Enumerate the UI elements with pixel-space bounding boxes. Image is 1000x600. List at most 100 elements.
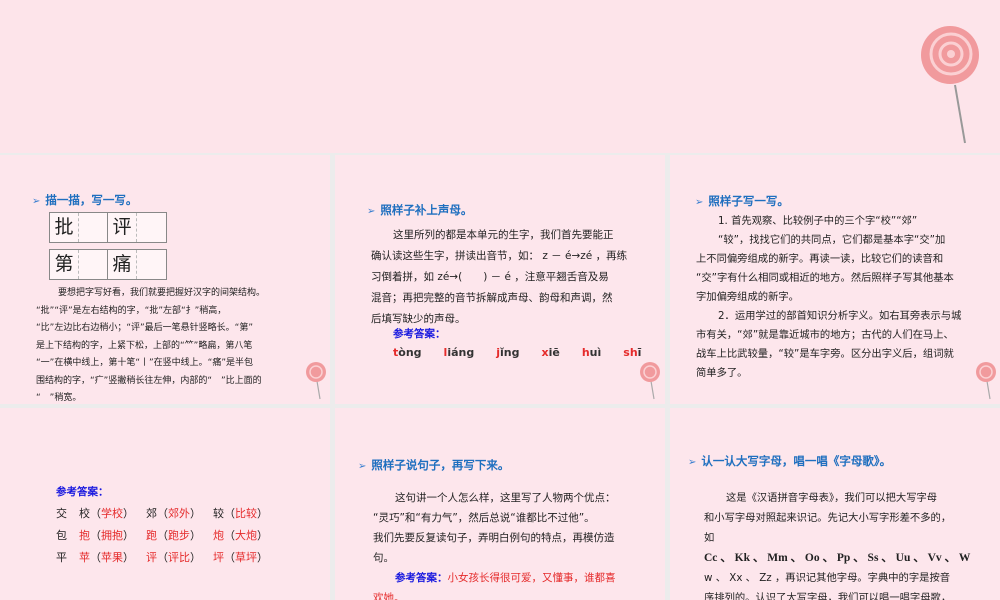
base-char: 包 bbox=[56, 529, 67, 542]
word: 比较 bbox=[235, 507, 257, 520]
slide-answer-table[interactable]: 参考答案： 交 校（学校） 郊（郊外） 较（比较） 包 抱（拥抱） 跑（跑步） … bbox=[0, 408, 330, 600]
word: 苹果 bbox=[101, 551, 123, 564]
word: 跑步 bbox=[168, 529, 190, 542]
arrow-bullet-icon: ➢ bbox=[32, 196, 41, 207]
new-char: 坪 bbox=[213, 551, 224, 564]
pinyin-final: iē bbox=[548, 346, 560, 359]
title-text: 照样子写一写。 bbox=[708, 194, 789, 208]
text-line: 和小写字母对照起来识记。先记大小写字形差不多的， bbox=[704, 512, 952, 524]
lollipop-icon bbox=[921, 26, 979, 144]
lollipop-icon bbox=[640, 362, 660, 400]
slide-capital-letters[interactable]: ➢ 认一认大写字母，唱一唱《字母歌》。 这是《汉语拼音字母表》，我们可以把大写字母… bbox=[670, 408, 1000, 600]
section-title: ➢ 照样子说句子，再写下来。 bbox=[358, 457, 509, 473]
text-line: “灵巧”和“有力气”，然后总说“谁都比不过他”。 bbox=[373, 512, 595, 524]
arrow-bullet-icon: ➢ bbox=[367, 206, 376, 217]
table-row: 平 苹（苹果） 评（评比） 坪（草坪） bbox=[56, 546, 280, 568]
word: 大炮 bbox=[235, 529, 257, 542]
explanation-text: 这里所列的都是本单元的生字，我们首先要能正 确认读这些生字，拼读出音节，如： z… bbox=[371, 225, 661, 330]
text-line: 简单多了。 bbox=[696, 367, 748, 379]
slide-add-initials[interactable]: ➢ 照样子补上声母。 这里所列的都是本单元的生字，我们首先要能正 确认读这些生字，… bbox=[335, 155, 665, 404]
title-banner bbox=[0, 0, 1000, 153]
grid-cell bbox=[137, 213, 166, 242]
text-line: 这句讲一个人怎么样，这里写了人物两个优点： bbox=[395, 492, 616, 504]
lollipop-icon bbox=[306, 362, 326, 400]
section-title: ➢ 认一认大写字母，唱一唱《字母歌》。 bbox=[688, 453, 891, 469]
explanation-text: 要想把字写好看，我们就要把握好汉字的间架结构。 “批”“评”是左右结构的字，“批… bbox=[36, 285, 326, 404]
pinyin-answers: tòng liáng jǐng xiē huì shī bbox=[393, 343, 641, 362]
new-char: 校 bbox=[79, 507, 90, 520]
title-text: 描一描，写一写。 bbox=[45, 193, 138, 207]
text-line: 字加偏旁组成的新字。 bbox=[696, 291, 799, 303]
title-text: 照样子补上声母。 bbox=[380, 203, 473, 217]
text-line: 确认读这些生字，拼读出音节，如： z － é→zé ，再练 bbox=[371, 250, 628, 262]
pinyin-item: huì bbox=[582, 343, 601, 362]
word: 拥抱 bbox=[101, 529, 123, 542]
text-line: 围结构的字，“疒”竖撇稍长往左伸，内部的“ ”比上面的 bbox=[36, 375, 262, 386]
title-text: 认一认大写字母，唱一唱《字母歌》。 bbox=[701, 454, 892, 468]
text-line: 要想把字写好看，我们就要把握好汉字的间架结构。 bbox=[58, 288, 266, 298]
lollipop-icon bbox=[976, 362, 996, 400]
new-char: 跑 bbox=[146, 529, 157, 542]
arrow-bullet-icon: ➢ bbox=[695, 197, 704, 208]
text-line: 是上下结构的字，上紧下松，上部的“⺮”略扁，第八笔 bbox=[36, 340, 253, 351]
word: 学校 bbox=[101, 507, 123, 520]
text-line: 上不同偏旁组成的新字。再读一读，比较它们的读音和 bbox=[696, 253, 944, 265]
text-line: 句。 bbox=[373, 552, 394, 564]
explanation-text: 这是《汉语拼音字母表》，我们可以把大写字母 和小写字母对照起来识记。先记大小写字… bbox=[704, 488, 999, 600]
text-line: w 、 Xx 、 Zz ，再识记其他字母。字典中的字是按音 bbox=[704, 572, 951, 584]
text-line: 我们先要反复读句子，弄明白例句的特点，再模仿造 bbox=[373, 532, 615, 544]
pinyin-final: ī bbox=[637, 346, 642, 359]
text-line: “一”在横中线上，第十笔“丨”在竖中线上。“痛”是半包 bbox=[36, 358, 253, 368]
text-line: “交”字有什么相同或相近的地方。然后照样子写其他基本 bbox=[696, 272, 954, 284]
grid-char: 痛 bbox=[108, 250, 137, 279]
grid-char: 第 bbox=[50, 250, 79, 279]
text-line: 战车上比武较量，“较”是车字旁。区分出字义后，组词就 bbox=[696, 348, 954, 360]
grid-char: 评 bbox=[108, 213, 137, 242]
base-char: 平 bbox=[56, 551, 67, 564]
text-line: 序排列的。认识了大写字母，我们可以唱一唱字母歌， bbox=[704, 592, 952, 600]
pinyin-final: iáng bbox=[447, 346, 475, 359]
grid-char: 批 bbox=[50, 213, 79, 242]
section-title: ➢ 照样子补上声母。 bbox=[367, 202, 472, 218]
pinyin-item: xiē bbox=[541, 343, 559, 362]
new-char: 苹 bbox=[79, 551, 90, 564]
explanation-text: 1. 首先观察、比较例子中的三个字“校”“郊” “较”，找找它们的共同点，它们都… bbox=[696, 212, 996, 383]
pinyin-item: shī bbox=[623, 343, 641, 362]
slide-write-by-example[interactable]: ➢ 照样子写一写。 1. 首先观察、比较例子中的三个字“校”“郊” “较”，找找它… bbox=[670, 155, 1000, 404]
grid-cell bbox=[79, 250, 108, 279]
section-title: ➢ 照样子写一写。 bbox=[695, 193, 789, 209]
word: 评比 bbox=[168, 551, 190, 564]
text-line: 这里所列的都是本单元的生字，我们首先要能正 bbox=[393, 229, 614, 241]
pinyin-initial: x bbox=[541, 346, 549, 359]
table-row: 包 抱（拥抱） 跑（跑步） 炮（大炮） bbox=[56, 524, 280, 546]
text-line: 1. 首先观察、比较例子中的三个字“校”“郊” bbox=[718, 215, 918, 227]
pinyin-item: liáng bbox=[444, 343, 475, 362]
text-line: 这是《汉语拼音字母表》，我们可以把大写字母 bbox=[726, 492, 938, 504]
pinyin-final: ǐng bbox=[500, 346, 520, 359]
base-char: 交 bbox=[56, 507, 67, 520]
table-row: 交 校（学校） 郊（郊外） 较（比较） bbox=[56, 502, 280, 524]
arrow-bullet-icon: ➢ bbox=[688, 457, 697, 468]
slide-sentence-practice[interactable]: ➢ 照样子说句子，再写下来。 这句讲一个人怎么样，这里写了人物两个优点： “灵巧”… bbox=[335, 408, 665, 600]
answer-text: 欢她。 bbox=[373, 592, 405, 600]
arrow-bullet-icon: ➢ bbox=[358, 461, 367, 472]
writing-grid-1: 批评 bbox=[49, 212, 167, 243]
slide-trace-and-write[interactable]: ➢ 描一描，写一写。 批评 第痛 要想把字写好看，我们就要把握好汉字的间架结构。 … bbox=[0, 155, 330, 404]
pinyin-item: jǐng bbox=[496, 343, 519, 362]
explanation-text: 这句讲一个人怎么样，这里写了人物两个优点： “灵巧”和“有力气”，然后总说“谁都… bbox=[373, 488, 663, 600]
text-line: “ ”稍宽。 bbox=[36, 393, 82, 403]
word: 草坪 bbox=[235, 551, 257, 564]
answer-table: 交 校（学校） 郊（郊外） 较（比较） 包 抱（拥抱） 跑（跑步） 炮（大炮） … bbox=[56, 502, 280, 568]
new-char: 郊 bbox=[146, 507, 157, 520]
grid-cell bbox=[79, 213, 108, 242]
answer-label: 参考答案： bbox=[395, 572, 448, 584]
text-line: “较”，找找它们的共同点，它们都是基本字“交”加 bbox=[718, 234, 946, 246]
answer-label: 参考答案： bbox=[393, 328, 446, 340]
new-char: 抱 bbox=[79, 529, 90, 542]
answer-label: 参考答案： bbox=[56, 486, 109, 498]
text-line: Cc 、 Kk 、 Mm 、 Oo 、 Pp 、 Ss 、 Uu 、 Vv 、 … bbox=[704, 552, 971, 564]
grid-cell bbox=[137, 250, 166, 279]
text-line: “比”左边比右边稍小；“评”最后一笔悬针竖略长。“第” bbox=[36, 323, 253, 333]
pinyin-final: òng bbox=[398, 346, 422, 359]
answer-text: 小女孩长得很可爱，又懂事，谁都喜 bbox=[447, 572, 616, 584]
